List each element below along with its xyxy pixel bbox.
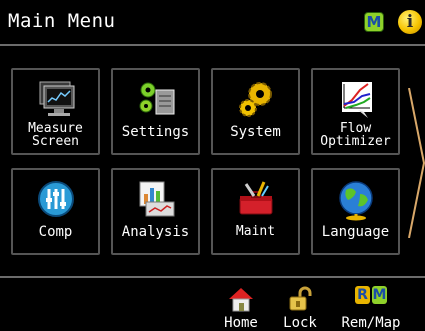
analysis-chart-icon [139,181,174,217]
bottom-bar: Home Lock R M Rem/Map [0,276,425,330]
home-label: Home [224,315,258,331]
tile-label: Flow Optimizer [320,121,391,149]
main-menu-grid: Measure Screen Settings System Flow Opti… [0,0,425,323]
tile-measure-screen[interactable]: Measure Screen [11,68,100,155]
tile-label: Analysis [121,224,190,240]
monitor-graph-icon [39,81,74,116]
tile-label: Measure Screen [28,121,83,149]
lock-button[interactable]: Lock [278,286,322,330]
tile-label: Comp [38,224,73,240]
tile-flow-optimizer[interactable]: Flow Optimizer [311,68,400,155]
gears-icon [139,82,174,115]
tile-analysis[interactable]: Analysis [111,168,200,255]
tile-label: Language [321,224,390,240]
home-button[interactable]: Home [218,286,264,330]
rem-map-button[interactable]: R M Rem/Map [336,286,406,330]
tile-label: Settings [121,124,190,140]
rem-map-label: Rem/Map [341,315,401,331]
tile-language[interactable]: Language [311,168,400,255]
system-gears-icon [238,82,272,117]
rem-map-icon: R M [351,286,391,312]
tile-system[interactable]: System [211,68,300,155]
tile-label: Maint [235,224,276,239]
tile-settings[interactable]: Settings [111,68,200,155]
tile-comp[interactable]: Comp [11,168,100,255]
globe-icon [338,181,373,221]
tile-label: System [230,124,281,140]
lock-icon [289,286,312,311]
lock-label: Lock [283,315,317,331]
comp-sliders-icon [37,181,74,217]
home-icon [229,288,253,312]
tile-maint[interactable]: Maint [211,168,300,255]
toolbox-icon [239,181,272,215]
page-next-arrow[interactable] [408,88,425,238]
flow-chart-icon [341,82,372,118]
